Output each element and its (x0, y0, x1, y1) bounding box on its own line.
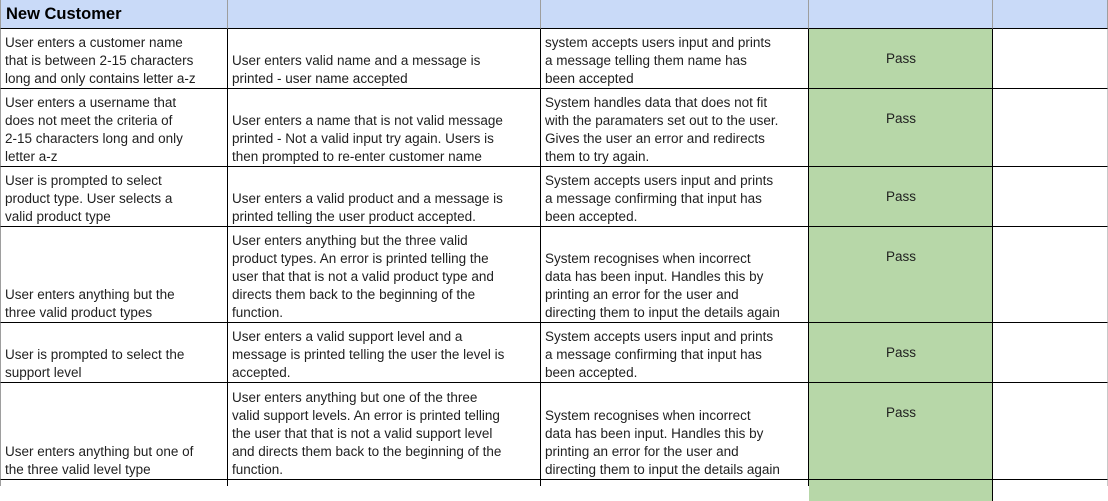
cell-text: User enters valid name and a message is … (232, 53, 481, 86)
test-input-cell[interactable]: User enters anything but one of the thre… (0, 383, 228, 480)
test-input-cell[interactable]: User is prompted to select product type.… (0, 167, 228, 227)
partial-row-cell[interactable] (541, 480, 809, 486)
cell-text: System handles data that does not fit wi… (545, 95, 779, 164)
cell-text: User enters a valid support level and a … (232, 329, 505, 380)
expected-outcome-cell[interactable]: User enters a name that is not valid mes… (228, 89, 541, 167)
result-status: Pass (885, 405, 916, 420)
cell-text: User enters a valid product and a messag… (232, 191, 503, 224)
expected-outcome-cell[interactable]: User enters valid name and a message is … (228, 29, 541, 89)
test-input-cell[interactable]: User enters a customer name that is betw… (0, 29, 228, 89)
result-status: Pass (885, 249, 916, 264)
cell-text: User enters a customer name that is betw… (5, 35, 196, 86)
cell-text: System recognises when incorrect data ha… (545, 408, 780, 477)
result-cell[interactable]: Pass (809, 383, 993, 480)
result-status: Pass (885, 111, 916, 126)
result-cell[interactable]: Pass (809, 323, 993, 383)
cell-text: System accepts users input and prints a … (545, 173, 774, 224)
cell-text: system accepts users input and prints a … (545, 35, 771, 86)
header-cell-c[interactable] (541, 0, 809, 29)
result-cell[interactable]: Pass (809, 167, 993, 227)
partial-row-cell[interactable] (809, 480, 993, 501)
cell-text: User enters anything but one of the thre… (5, 444, 194, 477)
cell-text: System recognises when incorrect data ha… (545, 251, 780, 320)
empty-cell[interactable] (993, 323, 1108, 383)
spreadsheet-grid: New Customer User enters a customer name… (0, 0, 1108, 501)
actual-outcome-cell[interactable]: System recognises when incorrect data ha… (541, 227, 809, 323)
empty-cell[interactable] (993, 383, 1108, 480)
header-cell-d[interactable] (809, 0, 993, 29)
empty-cell[interactable] (993, 29, 1108, 89)
cell-text: User enters a name that is not valid mes… (232, 113, 503, 164)
partial-row-cell[interactable] (993, 480, 1108, 486)
header-cell-e[interactable] (993, 0, 1108, 29)
expected-outcome-cell[interactable]: User enters anything but the three valid… (228, 227, 541, 323)
cell-text: User is prompted to select product type.… (5, 173, 173, 224)
empty-cell[interactable] (993, 89, 1108, 167)
section-title: New Customer (6, 5, 122, 23)
result-status: Pass (885, 189, 916, 204)
actual-outcome-cell[interactable]: System accepts users input and prints a … (541, 167, 809, 227)
result-cell[interactable]: Pass (809, 29, 993, 89)
header-cell-a[interactable]: New Customer (0, 0, 228, 29)
cell-text: User enters a username that does not mee… (5, 95, 183, 164)
cell-text: User is prompted to select the support l… (5, 347, 185, 380)
actual-outcome-cell[interactable]: System handles data that does not fit wi… (541, 89, 809, 167)
actual-outcome-cell[interactable]: system accepts users input and prints a … (541, 29, 809, 89)
empty-cell[interactable] (993, 167, 1108, 227)
test-input-cell[interactable]: User enters a username that does not mee… (0, 89, 228, 167)
empty-cell[interactable] (993, 227, 1108, 323)
actual-outcome-cell[interactable]: System accepts users input and prints a … (541, 323, 809, 383)
cell-text: User enters anything but one of the thre… (232, 390, 502, 477)
test-input-cell[interactable]: User enters anything but the three valid… (0, 227, 228, 323)
partial-row-cell[interactable] (0, 480, 228, 486)
cell-text: System accepts users input and prints a … (545, 329, 774, 380)
result-cell[interactable]: Pass (809, 227, 993, 323)
result-status: Pass (885, 51, 916, 66)
partial-row-cell[interactable] (228, 480, 541, 486)
actual-outcome-cell[interactable]: System recognises when incorrect data ha… (541, 383, 809, 480)
expected-outcome-cell[interactable]: User enters a valid product and a messag… (228, 167, 541, 227)
cell-text: User enters anything but the three valid… (232, 233, 494, 320)
result-status: Pass (885, 345, 916, 360)
expected-outcome-cell[interactable]: User enters a valid support level and a … (228, 323, 541, 383)
cell-text: User enters anything but the three valid… (5, 287, 175, 320)
result-cell[interactable]: Pass (809, 89, 993, 167)
expected-outcome-cell[interactable]: User enters anything but one of the thre… (228, 383, 541, 480)
test-input-cell[interactable]: User is prompted to select the support l… (0, 323, 228, 383)
header-cell-b[interactable] (228, 0, 541, 29)
